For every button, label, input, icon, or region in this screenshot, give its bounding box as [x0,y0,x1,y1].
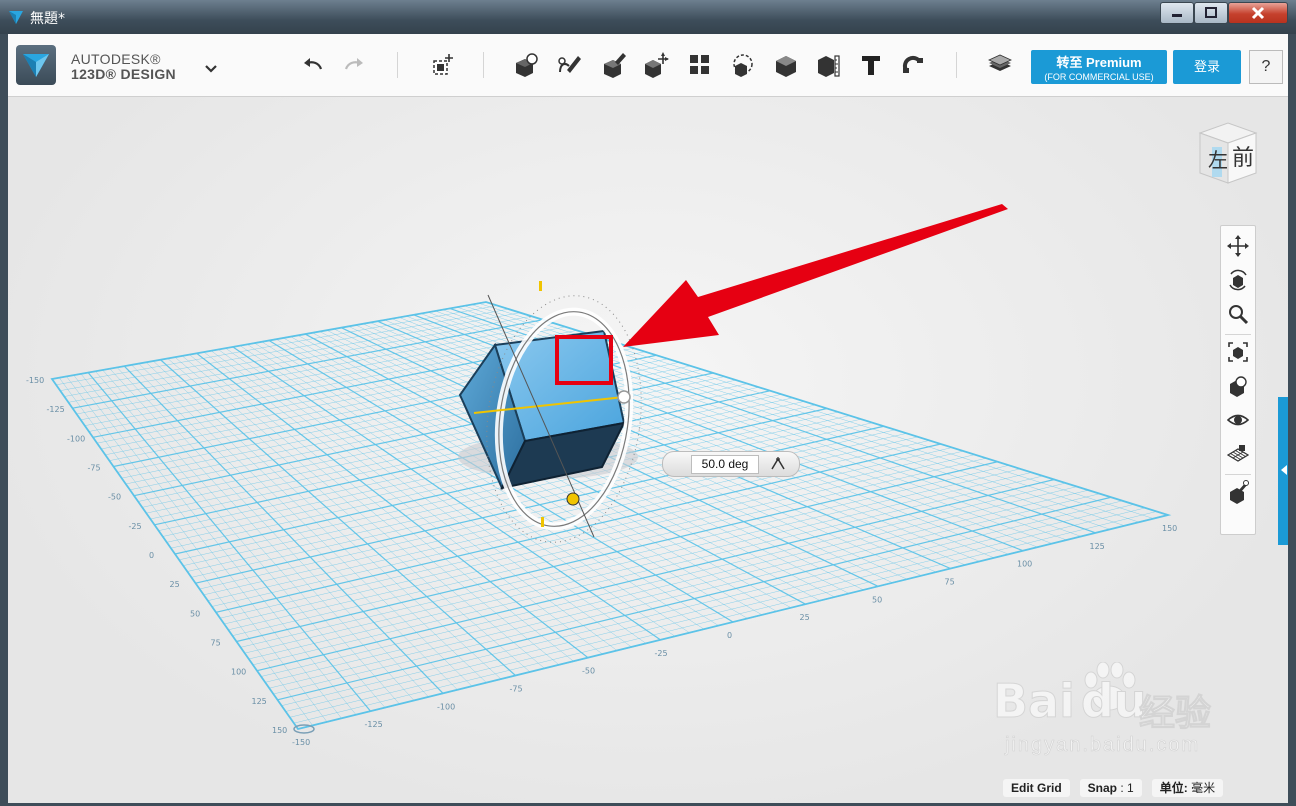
grid-toggle-button[interactable] [1226,442,1250,466]
unit-value: 毫米 [1191,781,1216,795]
materials-icon [988,54,1012,71]
undo-button[interactable] [298,50,328,80]
visibility-button[interactable] [1226,408,1250,432]
app-window: 無題* AUTODESK® 123D® DESIGN 转至 Premium (F… [0,0,1296,806]
app-logo-icon [9,11,23,24]
toolbar-divider [956,52,957,78]
snap-control[interactable]: Snap : 1 [1079,779,1142,797]
minimize-button[interactable] [1160,2,1194,24]
zoom-button[interactable] [1226,302,1250,326]
premium-button[interactable]: 转至 Premium (FOR COMMERCIAL USE) [1031,50,1167,84]
maximize-button[interactable] [1194,2,1228,24]
main-toolbar: AUTODESK® 123D® DESIGN 转至 Premium (FOR C… [8,34,1288,97]
window-title: 無題* [30,11,65,27]
material-icon [1230,480,1249,504]
fit-icon [1228,342,1248,362]
transform-icon [433,54,453,75]
pattern-icon [690,55,709,74]
maximize-icon [1205,7,1217,18]
orbit-button[interactable] [1226,268,1250,292]
edit-grid-label: Edit Grid [1011,781,1062,795]
grouping-icon [733,54,753,77]
close-button[interactable] [1228,2,1288,24]
pan-icon [1227,235,1249,257]
navbar-divider [1225,334,1251,335]
undo-icon [304,58,323,70]
view-mode-button[interactable] [1226,374,1250,398]
construct-icon [604,53,626,78]
modify-button[interactable] [641,50,671,80]
measure-icon [818,55,840,77]
zoom-icon [1229,305,1249,325]
redo-icon [344,58,363,70]
combine-button[interactable] [771,50,801,80]
navbar-divider [1225,474,1251,475]
3d-viewport[interactable]: -150 -150 -125 -125 -100 -100 -75 -75 -50 -50 -25-… [8,97,1288,803]
edit-grid-button[interactable]: Edit Grid [1003,779,1070,797]
sketch-icon [558,56,581,73]
fit-button[interactable] [1226,340,1250,364]
watermark-brand-part2: du [1080,674,1147,729]
watermark-brand: Bai du [993,674,1148,729]
toolbar-divider [483,52,484,78]
chevron-left-icon [1281,465,1287,475]
watermark-product: 经验 [1138,692,1212,734]
window-border-right [1288,34,1296,806]
rotation-angle-box: 50.0 deg [662,451,800,477]
premium-sublabel: (FOR COMMERCIAL USE) [1044,72,1154,82]
autodesk-logo-icon [23,54,49,77]
combine-icon [776,56,796,77]
snap-label: Snap [1087,781,1118,795]
text-button[interactable] [856,50,886,80]
viewcube-front-label: 前 [1232,145,1254,170]
grouping-button[interactable] [727,50,757,80]
toolbar-divider [397,52,398,78]
snap-angle-icon[interactable] [769,455,787,471]
unit-control[interactable]: 单位: 毫米 [1151,779,1224,797]
title-bar: 無題* [0,0,1296,34]
chevron-down-icon[interactable] [204,64,218,74]
minimize-icon [1172,14,1182,17]
status-bar: Edit Grid Snap : 1 单位: 毫米 [993,779,1224,797]
snap-icon [902,55,923,73]
help-button[interactable]: ? [1249,50,1283,84]
rotation-angle-input[interactable]: 50.0 deg [691,455,759,474]
pan-button[interactable] [1226,234,1250,258]
text-icon [862,56,880,75]
watermark-url: jingyan.baidu.com [1005,734,1201,757]
visibility-icon [1227,414,1249,426]
sketch-button[interactable] [555,50,585,80]
baidu-watermark: Bai du 经验 jingyan.baidu.com [993,662,1233,782]
materials-button[interactable] [985,50,1015,80]
grid-icon [1227,445,1249,462]
app-logo[interactable] [16,45,56,85]
snap-value: 1 [1127,781,1134,795]
brand-line-autodesk: AUTODESK® [71,51,161,67]
transform-button[interactable] [427,50,457,80]
brand-line-product: 123D® DESIGN [71,66,176,82]
primitives-icon [516,53,538,77]
material-button[interactable] [1226,480,1250,504]
primitives-button[interactable] [511,50,541,80]
login-button[interactable]: 登录 [1173,50,1241,84]
navigation-bar [1220,225,1256,535]
pattern-button[interactable] [685,50,715,80]
measure-button[interactable] [813,50,843,80]
view-mode-icon [1230,376,1247,397]
close-icon [1251,6,1265,20]
premium-label: 转至 Premium [1056,55,1142,70]
view-cube[interactable]: 左 前 [1192,117,1264,189]
snap-button[interactable] [898,50,928,80]
modify-icon [645,52,669,78]
viewcube-left-label: 左 [1208,149,1228,172]
watermark-brand-part1: Bai [993,674,1076,729]
redo-button[interactable] [339,50,369,80]
side-panel-tab[interactable] [1278,397,1288,545]
construct-button[interactable] [599,50,629,80]
window-border-left [0,34,8,806]
unit-label: 单位: [1159,781,1188,795]
orbit-icon [1229,269,1247,291]
brand-name: AUTODESK® 123D® DESIGN [71,52,176,82]
